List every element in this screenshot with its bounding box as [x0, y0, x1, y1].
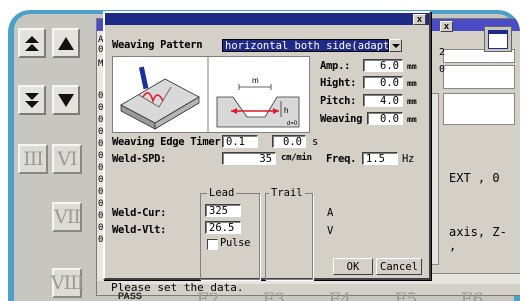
weld-cur-label: Weld-Cur: — [112, 207, 167, 219]
weaving-unit: mm — [407, 115, 417, 124]
background-axis-text: axis, Z- , — [449, 225, 507, 253]
up-arrow-icon — [58, 36, 74, 50]
pitch-label: Pitch: — [320, 95, 357, 107]
weaving-diagram: m h d=0 — [112, 56, 310, 133]
weld-vlt-label: Weld-Vlt: — [112, 224, 167, 236]
hight-field[interactable]: 0.0 — [363, 76, 403, 89]
freq-unit: Hz — [402, 153, 415, 165]
key-vii[interactable]: VII — [52, 202, 82, 232]
key-iii[interactable]: III — [18, 144, 48, 174]
hight-unit: mm — [407, 79, 417, 88]
weld-cur-field[interactable]: 325 — [205, 204, 241, 217]
double-down-arrow-icon — [25, 92, 39, 108]
up-key[interactable] — [52, 28, 80, 58]
pitch-unit: mm — [407, 97, 417, 106]
key-vi[interactable]: VI — [52, 144, 82, 174]
background-num-2: 0 — [439, 64, 446, 75]
edge-timer-field-2[interactable]: 0.0 — [272, 135, 306, 148]
background-panel — [443, 93, 515, 125]
dialog-title-bar — [105, 13, 429, 25]
pulse-label: Pulse — [220, 237, 251, 249]
lead-group: Lead 325 26.5 Pulse — [200, 187, 260, 280]
edge-timer-label: Weaving Edge Timer — [112, 136, 221, 148]
weaving-pattern-select[interactable]: horizontal both side(adaptiv — [222, 39, 389, 52]
pulse-checkbox[interactable] — [207, 239, 218, 250]
amp-label: Amp.: — [320, 60, 351, 72]
background-close-button[interactable]: x — [440, 21, 453, 32]
cancel-button[interactable]: Cancel — [376, 258, 422, 275]
lead-label: Lead — [207, 187, 237, 199]
trail-group: Trail — [265, 187, 313, 280]
hight-label: Hight: — [320, 77, 357, 89]
fast-up-key[interactable] — [18, 28, 46, 58]
trail-label: Trail — [269, 187, 305, 199]
weaving-field[interactable]: 0.0 — [367, 112, 403, 125]
down-arrow-icon — [58, 93, 74, 107]
weaving-dialog: x Weaving Pattern horizontal both side(a… — [103, 11, 431, 280]
weaving-pattern-dropdown[interactable] — [389, 39, 402, 52]
pass-label: PASS — [118, 291, 142, 301]
weaving-illustration: m h d=0 — [120, 57, 300, 132]
amp-unit: mm — [407, 62, 417, 71]
background-field-2 — [443, 65, 515, 89]
function-key-f2[interactable]: F2 — [184, 292, 232, 301]
function-key-f6[interactable]: F6 — [448, 292, 496, 301]
freq-field[interactable]: 1.5 — [362, 152, 398, 165]
chevron-down-icon — [391, 43, 400, 48]
key-viii[interactable]: VIII — [51, 268, 84, 298]
function-key-f5[interactable]: F5 — [382, 292, 430, 301]
diagram-d-label: d=0 — [287, 121, 298, 127]
weaving-label: Weaving — [320, 113, 363, 125]
weld-cur-unit: A — [327, 207, 334, 219]
weld-spd-field[interactable]: 35 — [222, 152, 276, 165]
fast-down-key[interactable] — [18, 85, 46, 115]
dialog-close-button[interactable]: x — [413, 14, 426, 25]
function-key-f3[interactable]: F3 — [250, 292, 298, 301]
background-ext-text: EXT , 0 — [449, 171, 500, 185]
freq-label: Freq. — [326, 153, 357, 165]
background-num-1: 2 — [439, 47, 446, 58]
edge-timer-field-1[interactable]: 0.1 — [222, 135, 258, 148]
weld-spd-unit: cm/min — [281, 153, 312, 163]
workpiece-3d — [120, 66, 200, 130]
weld-vlt-unit: V — [327, 225, 334, 237]
down-key[interactable] — [52, 85, 80, 115]
function-key-f4[interactable]: F4 — [316, 292, 364, 301]
window-list-button[interactable] — [484, 26, 512, 52]
diagram-m-label: m — [252, 76, 259, 85]
weld-vlt-field[interactable]: 26.5 — [205, 221, 241, 234]
weaving-pattern-value: horizontal both side(adaptiv — [223, 40, 388, 51]
double-up-arrow-icon — [25, 35, 39, 51]
edge-timer-unit: s — [312, 136, 319, 148]
diagram-h-label: h — [284, 106, 288, 115]
weld-spd-label: Weld-SPD: — [112, 153, 167, 165]
ok-button[interactable]: OK — [333, 258, 373, 275]
pitch-field[interactable]: 4.0 — [363, 94, 403, 107]
amp-field[interactable]: 6.0 — [363, 59, 403, 72]
window-icon — [488, 29, 508, 49]
weaving-pattern-label: Weaving Pattern — [112, 39, 203, 51]
